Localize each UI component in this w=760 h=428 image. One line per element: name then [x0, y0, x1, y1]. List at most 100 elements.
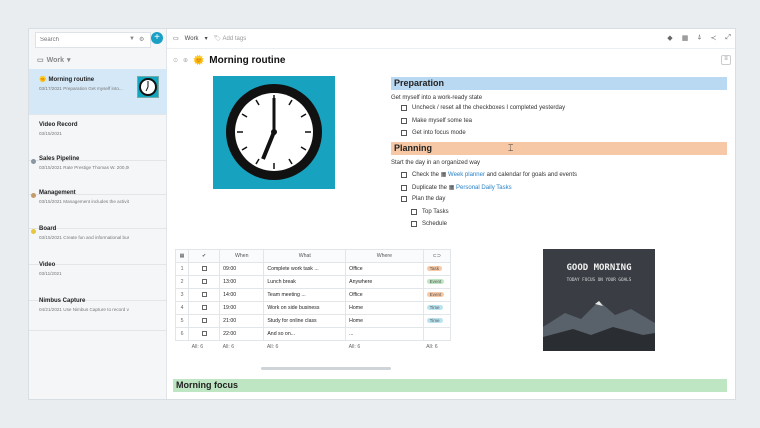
cell-where[interactable]: Home [345, 314, 424, 328]
planning-heading[interactable]: Planning [391, 142, 727, 155]
personal-daily-tasks-link[interactable]: Personal Daily Tasks [456, 185, 512, 191]
page-emoji[interactable]: 🌞 [193, 55, 204, 66]
grid-icon[interactable]: ▦ [682, 34, 689, 42]
cell-tag[interactable] [422, 327, 452, 341]
add-block-icon[interactable]: ⊕ [183, 57, 188, 64]
cell-what[interactable]: Team meeting ... [263, 288, 347, 302]
table-row[interactable]: 1 09:00 Complete work task ... Office Task [174, 262, 452, 276]
note-title: Management [39, 190, 76, 196]
checkbox[interactable] [401, 118, 407, 124]
cell-what[interactable]: Study for online class [263, 314, 347, 328]
layout-icon[interactable]: ≡ [721, 55, 731, 65]
tag-pill: Time [426, 305, 443, 310]
table-scrollbar[interactable] [261, 367, 391, 370]
cell-where[interactable]: ... [345, 327, 424, 341]
column-header[interactable]: Where [345, 249, 424, 263]
table-row[interactable]: 3 14:00 Team meeting ... Office Event [174, 288, 452, 302]
breadcrumb-folder[interactable]: Work [185, 36, 199, 42]
checklist-item[interactable]: Plan the day [401, 196, 445, 202]
week-planner-link[interactable]: Week planner [448, 172, 485, 178]
row-checkbox[interactable] [188, 327, 221, 341]
note-item-nimbus-capture[interactable]: Nimbus Capture 04/21/2021 Use Nimbus Cap… [29, 291, 167, 331]
cell-where[interactable]: Office [345, 288, 424, 302]
add-note-button[interactable]: + [151, 32, 163, 44]
note-title: Morning routine [48, 76, 95, 83]
checklist-subitem[interactable]: Top Tasks [411, 209, 449, 215]
aggregate[interactable]: All: 6 [423, 341, 450, 353]
checklist-item[interactable]: Check the ▦ Week planner and calendar fo… [401, 171, 577, 178]
menu-icon[interactable]: ⊙ [173, 57, 178, 64]
topbar: ▭ Work ▾ 🏷 Add tags ◆ ▦ ⍋ ≺ ⤢ [167, 29, 735, 49]
filter-icon[interactable]: ▼ [129, 36, 135, 43]
checkbox[interactable] [401, 196, 407, 202]
checklist-subitem[interactable]: Schedule [411, 221, 447, 227]
checklist-item-label: Uncheck / reset all the checkboxes I com… [412, 105, 566, 111]
note-subtitle: 03/15/2021 Create fun and informational … [39, 235, 129, 240]
chevron-down-icon: ▾ [204, 36, 208, 42]
title-row: ⊙ ⊕ 🌞 Morning routine [173, 55, 285, 66]
row-checkbox[interactable] [188, 288, 221, 302]
cell-where[interactable]: Home [345, 301, 424, 315]
bell-icon[interactable]: ⍋ [697, 34, 701, 42]
settings-icon[interactable]: ⚙ [139, 36, 144, 43]
cell-tag[interactable]: Event [422, 275, 452, 289]
morning-focus-heading[interactable]: Morning focus [173, 379, 727, 392]
column-header[interactable]: What [263, 249, 347, 263]
note-subtitle: 03/11/2021 [39, 271, 62, 276]
row-checkbox[interactable] [188, 275, 221, 289]
cell-tag[interactable]: Time [422, 301, 452, 315]
cell-when[interactable]: 09:00 [219, 262, 265, 276]
checklist-item[interactable]: Uncheck / reset all the checkboxes I com… [401, 105, 565, 111]
checkbox[interactable] [401, 105, 407, 111]
table-row[interactable]: 5 21:00 Study for online class Home Time [174, 314, 452, 328]
checkbox[interactable] [401, 184, 407, 191]
cell-when[interactable]: 22:00 [219, 327, 265, 341]
aggregate[interactable]: All: 6 [220, 341, 264, 353]
cell-where[interactable]: Office [345, 262, 424, 276]
table-row[interactable]: 4 19:00 Work on side business Home Time [174, 301, 452, 315]
checkbox[interactable] [411, 221, 417, 227]
checklist-item-label: Check the ▦ Week planner and calendar fo… [412, 172, 578, 178]
cell-what[interactable]: Complete work task ... [263, 262, 347, 276]
checklist-item[interactable]: Get into focus mode [401, 130, 466, 136]
check-column-header[interactable]: ✔ [188, 249, 221, 263]
schedule-table[interactable]: ▦ ✔ When What Where ⊂⊃ 1 09:00 Complete wo… [174, 249, 452, 353]
table-row[interactable]: 6 22:00 And so on...... [174, 327, 452, 341]
note-item-morning-routine[interactable]: 🌞 Morning routine 03/17/2021 Preparation … [29, 69, 167, 115]
tag-icon[interactable]: ◆ [667, 34, 672, 42]
cell-what[interactable]: And so on... [263, 327, 347, 341]
checkbox[interactable] [401, 171, 407, 178]
sidebar-folder[interactable]: ▭ Work ▾ [37, 56, 71, 65]
search-row: ▼ ⚙ [35, 32, 163, 48]
checklist-item[interactable]: Duplicate the ▦ Personal Daily Tasks [401, 184, 512, 191]
cell-tag[interactable]: Event [422, 288, 452, 302]
checklist-item[interactable]: Make myself some tea [401, 118, 472, 124]
cell-tag[interactable]: Time [422, 314, 452, 328]
cell-what[interactable]: Lunch break [263, 275, 347, 289]
cell-when[interactable]: 13:00 [219, 275, 265, 289]
table-row[interactable]: 2 13:00 Lunch break Anywhere Event [174, 275, 452, 289]
checkbox[interactable] [401, 130, 407, 136]
row-checkbox[interactable] [188, 314, 221, 328]
add-tags-button[interactable]: 🏷 Add tags [214, 35, 247, 42]
cell-what[interactable]: Work on side business [263, 301, 347, 315]
aggregate[interactable]: All: 6 [189, 341, 220, 353]
cell-tag[interactable]: Task [422, 262, 452, 276]
aggregate[interactable]: All: 6 [264, 341, 346, 353]
row-checkbox[interactable] [188, 262, 221, 276]
preparation-heading[interactable]: Preparation [391, 77, 727, 90]
aggregate[interactable]: All: 6 [346, 341, 423, 353]
cell-where[interactable]: Anywhere [345, 275, 424, 289]
share-icon[interactable]: ≺ [711, 34, 717, 42]
cell-when[interactable]: 14:00 [219, 288, 265, 302]
cell-when[interactable]: 21:00 [219, 314, 265, 328]
expand-icon[interactable]: ⤢ [725, 34, 731, 42]
column-header[interactable]: When [219, 249, 265, 263]
page-title[interactable]: Morning routine [209, 55, 285, 66]
preparation-desc[interactable]: Get myself into a work-ready state [391, 95, 482, 101]
planning-desc[interactable]: Start the day in an organized way [391, 160, 480, 166]
cell-when[interactable]: 19:00 [219, 301, 265, 315]
row-checkbox[interactable] [188, 301, 221, 315]
checkbox[interactable] [411, 209, 417, 215]
column-header-type[interactable]: ⊂⊃ [422, 249, 452, 263]
